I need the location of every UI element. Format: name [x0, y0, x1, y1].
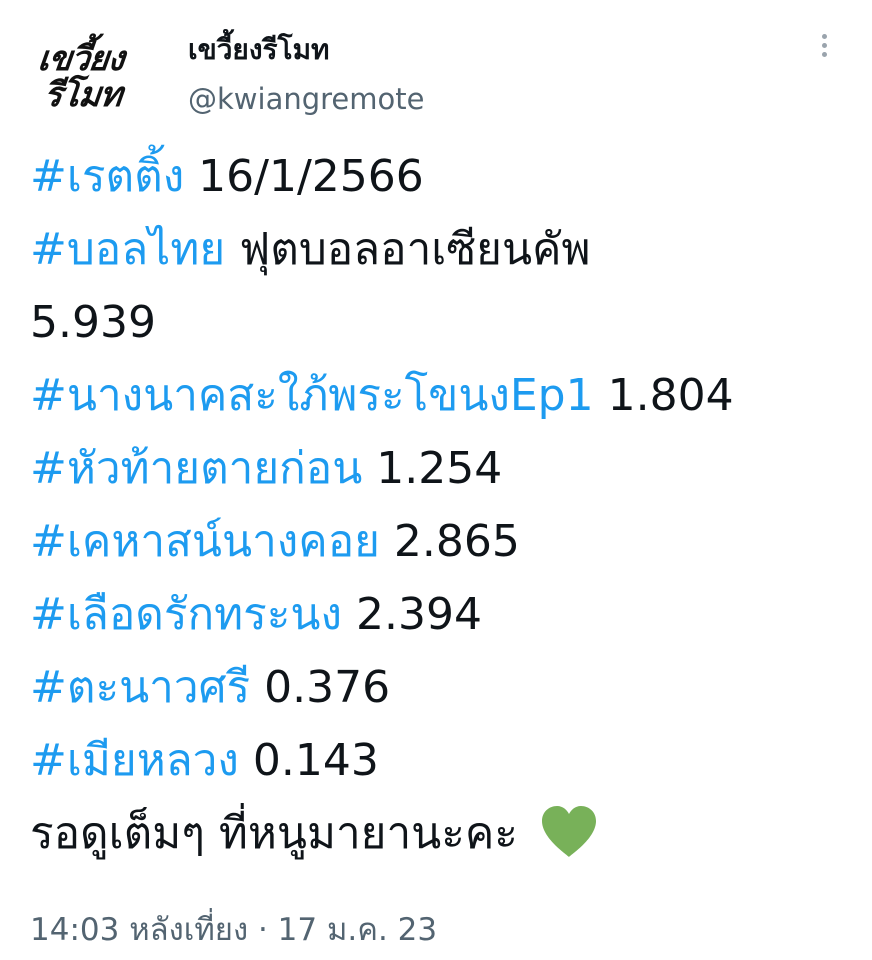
tweet-line: #เมียหลวง 0.143 [30, 724, 850, 797]
tweet-line: #บอลไทย ฟุตบอลอาเซียนคัพ [30, 213, 850, 286]
avatar-logo-line2: รีโมท [41, 75, 124, 115]
green-heart-icon [540, 805, 598, 859]
line-text: รอดูเต็มๆ ที่หนูมายานะคะ [30, 808, 532, 859]
line-text: 1.254 [362, 443, 503, 494]
tweet-timestamp[interactable]: 14:03 หลังเที่ยง · 17 ม.ค. 23 [30, 904, 437, 954]
tweet-line: #ตะนาวศรี 0.376 [30, 651, 850, 724]
tweet-header: เขวี้ยง รีโมท เขวี้ยงรีโมท @kwiangremote [30, 26, 842, 126]
tweet-line: #เรตติ้ง 16/1/2566 [30, 140, 850, 213]
hashtag-link[interactable]: #เรตติ้ง [30, 151, 184, 202]
line-text: 1.804 [593, 370, 734, 421]
line-text: ฟุตบอลอาเซียนคัพ [225, 224, 591, 275]
line-text: 16/1/2566 [184, 151, 424, 202]
line-text: 0.143 [238, 735, 379, 786]
line-text: 5.939 [30, 297, 156, 348]
line-text: 2.394 [341, 589, 482, 640]
more-vertical-icon[interactable] [814, 30, 834, 66]
user-handle[interactable]: @kwiangremote [188, 82, 424, 116]
hashtag-link[interactable]: #นางนาคสะใภ้พระโขนงEp1 [30, 370, 594, 421]
tweet-card: เขวี้ยง รีโมท เขวี้ยงรีโมท @kwiangremote… [0, 0, 872, 960]
line-text: 0.376 [250, 662, 391, 713]
hashtag-link[interactable]: #หัวท้ายตายก่อน [30, 443, 362, 494]
hashtag-link[interactable]: #ตะนาวศรี [30, 662, 250, 713]
hashtag-link[interactable]: #เลือดรักทระนง [30, 589, 342, 640]
line-text: 2.865 [379, 516, 520, 567]
tweet-line: 5.939 [30, 286, 850, 359]
tweet-line: #นางนาคสะใภ้พระโขนงEp1 1.804 [30, 359, 850, 432]
tweet-line: #เคหาสน์นางคอย 2.865 [30, 505, 850, 578]
hashtag-link[interactable]: #เมียหลวง [30, 735, 239, 786]
hashtag-link[interactable]: #บอลไทย [30, 224, 225, 275]
avatar[interactable]: เขวี้ยง รีโมท [30, 34, 160, 134]
tweet-line: #หัวท้ายตายก่อน 1.254 [30, 432, 850, 505]
tweet-line: #เลือดรักทระนง 2.394 [30, 578, 850, 651]
tweet-text: #เรตติ้ง 16/1/2566 #บอลไทย ฟุตบอลอาเซียน… [30, 140, 850, 870]
display-name[interactable]: เขวี้ยงรีโมท [188, 28, 330, 72]
hashtag-link[interactable]: #เคหาสน์นางคอย [30, 516, 380, 567]
avatar-logo-line1: เขวี้ยง [35, 39, 126, 79]
tweet-line: รอดูเต็มๆ ที่หนูมายานะคะ [30, 797, 850, 870]
